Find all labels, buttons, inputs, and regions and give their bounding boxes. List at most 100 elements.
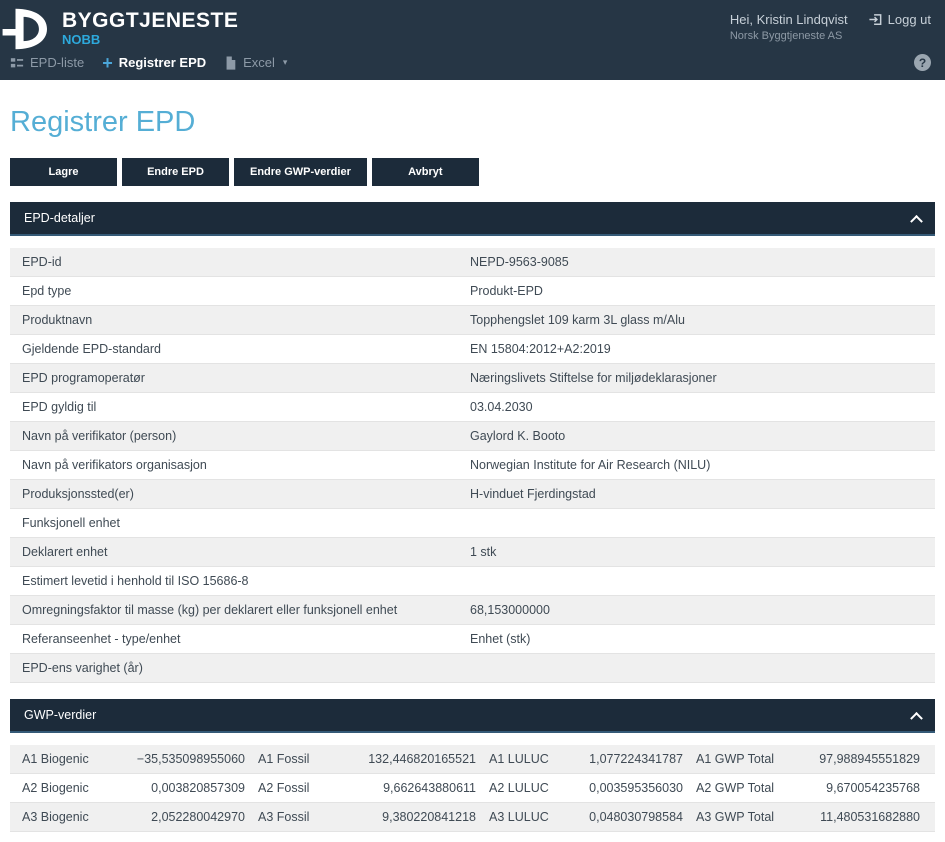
user-area: Hei, Kristin Lindqvist Logg ut Norsk Byg… xyxy=(730,12,931,42)
company-name: Norsk Byggtjeneste AS xyxy=(730,30,931,42)
row-label: Deklarert enhet xyxy=(10,545,470,559)
gwp-value: −35,535098955060 xyxy=(130,752,245,766)
row-value: Produkt-EPD xyxy=(470,284,935,298)
main-content: Registrer EPD Lagre Endre EPD Endre GWP-… xyxy=(0,106,945,832)
gwp-label: A2 GWP Total xyxy=(683,781,809,795)
main-nav: EPD-liste + Registrer EPD Excel ▾ ? xyxy=(0,47,945,80)
details-table: EPD-idNEPD-9563-9085 Epd typeProdukt-EPD P… xyxy=(10,248,935,683)
gwp-label: A3 LULUC xyxy=(476,810,586,824)
gwp-label: A1 LULUC xyxy=(476,752,586,766)
logout-button[interactable]: Logg ut xyxy=(868,12,931,27)
row-value: 03.04.2030 xyxy=(470,400,935,414)
logout-icon xyxy=(868,12,883,27)
chevron-up-icon xyxy=(910,711,923,724)
gwp-section-title: GWP-verdier xyxy=(24,708,96,722)
gwp-label: A2 Fossil xyxy=(245,781,366,795)
table-row: Omregningsfaktor til masse (kg) per dekl… xyxy=(10,596,935,625)
table-row: Navn på verifikator (person)Gaylord K. B… xyxy=(10,422,935,451)
gwp-label: A2 Biogenic xyxy=(22,781,130,795)
row-label: Omregningsfaktor til masse (kg) per dekl… xyxy=(10,603,470,617)
gwp-row: A1 Biogenic−35,535098955060A1 Fossil132,… xyxy=(10,745,935,774)
gwp-value: 9,380220841218 xyxy=(366,810,476,824)
row-value: Norwegian Institute for Air Research (NI… xyxy=(470,458,935,472)
toolbar: Lagre Endre EPD Endre GWP-verdier Avbryt xyxy=(10,158,935,186)
gwp-label: A3 Biogenic xyxy=(22,810,130,824)
nav-item-epd-liste[interactable]: EPD-liste xyxy=(10,55,84,70)
gwp-value: 9,662643880611 xyxy=(366,781,476,795)
gwp-value: 0,048030798584 xyxy=(586,810,683,824)
row-value: H-vinduet Fjerdingstad xyxy=(470,487,935,501)
table-row: Navn på verifikators organisasjonNorwegi… xyxy=(10,451,935,480)
help-button[interactable]: ? xyxy=(914,54,931,71)
chevron-up-icon xyxy=(910,214,923,227)
gwp-value: 132,446820165521 xyxy=(366,752,476,766)
brand-sub: NOBB xyxy=(62,33,238,46)
table-row: Produksjonssted(er)H-vinduet Fjerdingsta… xyxy=(10,480,935,509)
gwp-row: A2 Biogenic0,003820857309A2 Fossil9,6626… xyxy=(10,774,935,803)
gwp-value: 97,988945551829 xyxy=(809,752,920,766)
row-value: Topphengslet 109 karm 3L glass m/Alu xyxy=(470,313,935,327)
gwp-label: A3 GWP Total xyxy=(683,810,809,824)
table-row: EPD programoperatørNæringslivets Stiftel… xyxy=(10,364,935,393)
gwp-label: A3 Fossil xyxy=(245,810,366,824)
page-title: Registrer EPD xyxy=(10,106,935,139)
gwp-value: 9,670054235768 xyxy=(809,781,920,795)
row-label: Navn på verifikators organisasjon xyxy=(10,458,470,472)
brand-name: BYGGTJENESTE xyxy=(62,10,238,31)
gwp-value: 0,003595356030 xyxy=(586,781,683,795)
row-value: Enhet (stk) xyxy=(470,632,935,646)
gwp-label: A1 Fossil xyxy=(245,752,366,766)
brand-text: BYGGTJENESTE NOBB xyxy=(62,10,238,46)
row-label: EPD-ens varighet (år) xyxy=(10,661,470,675)
details-section-title: EPD-detaljer xyxy=(24,211,95,225)
row-value: EN 15804:2012+A2:2019 xyxy=(470,342,935,356)
gwp-value: 0,003820857309 xyxy=(130,781,245,795)
details-section-header[interactable]: EPD-detaljer xyxy=(10,202,935,236)
nav-item-excel[interactable]: Excel ▾ xyxy=(224,55,287,70)
gwp-label: A2 LULUC xyxy=(476,781,586,795)
table-row: Estimert levetid i henhold til ISO 15686… xyxy=(10,567,935,596)
plus-icon: + xyxy=(102,57,113,69)
nav-label: Excel xyxy=(243,55,275,70)
brand-logo[interactable]: BYGGTJENESTE NOBB xyxy=(0,6,238,50)
gwp-value: 11,480531682880 xyxy=(809,810,920,824)
gwp-row: A3 Biogenic2,052280042970A3 Fossil9,3802… xyxy=(10,803,935,832)
list-icon xyxy=(10,56,24,70)
nav-label: Registrer EPD xyxy=(119,55,206,70)
gwp-section-header[interactable]: GWP-verdier xyxy=(10,699,935,733)
row-label: Produktnavn xyxy=(10,313,470,327)
row-value: NEPD-9563-9085 xyxy=(470,255,935,269)
row-label: Produksjonssted(er) xyxy=(10,487,470,501)
row-value: 68,153000000 xyxy=(470,603,935,617)
row-label: Navn på verifikator (person) xyxy=(10,429,470,443)
gwp-value: 1,077224341787 xyxy=(586,752,683,766)
file-icon xyxy=(224,56,237,70)
user-greeting: Hei, Kristin Lindqvist xyxy=(730,12,848,27)
table-row: Funksjonell enhet xyxy=(10,509,935,538)
nav-item-registrer-epd[interactable]: + Registrer EPD xyxy=(102,55,206,70)
nav-label: EPD-liste xyxy=(30,55,84,70)
logout-label: Logg ut xyxy=(888,12,931,27)
row-label: EPD gyldig til xyxy=(10,400,470,414)
edit-epd-button[interactable]: Endre EPD xyxy=(122,158,229,186)
edit-gwp-button[interactable]: Endre GWP-verdier xyxy=(234,158,367,186)
row-label: Estimert levetid i henhold til ISO 15686… xyxy=(10,574,470,588)
row-value: Gaylord K. Booto xyxy=(470,429,935,443)
row-label: Epd type xyxy=(10,284,470,298)
table-row: Referanseenhet - type/enhetEnhet (stk) xyxy=(10,625,935,654)
row-label: Gjeldende EPD-standard xyxy=(10,342,470,356)
gwp-label: A1 Biogenic xyxy=(22,752,130,766)
row-label: Referanseenhet - type/enhet xyxy=(10,632,470,646)
save-button[interactable]: Lagre xyxy=(10,158,117,186)
table-row: Deklarert enhet1 stk xyxy=(10,538,935,567)
gwp-table: A1 Biogenic−35,535098955060A1 Fossil132,… xyxy=(10,745,935,832)
row-label: EPD programoperatør xyxy=(10,371,470,385)
app-header: BYGGTJENESTE NOBB Hei, Kristin Lindqvist… xyxy=(0,0,945,80)
chevron-down-icon: ▾ xyxy=(283,57,288,68)
cancel-button[interactable]: Avbryt xyxy=(372,158,479,186)
table-row: EPD-idNEPD-9563-9085 xyxy=(10,248,935,277)
row-label: Funksjonell enhet xyxy=(10,516,470,530)
row-label: EPD-id xyxy=(10,255,470,269)
gwp-value: 2,052280042970 xyxy=(130,810,245,824)
header-top: BYGGTJENESTE NOBB Hei, Kristin Lindqvist… xyxy=(0,0,945,47)
